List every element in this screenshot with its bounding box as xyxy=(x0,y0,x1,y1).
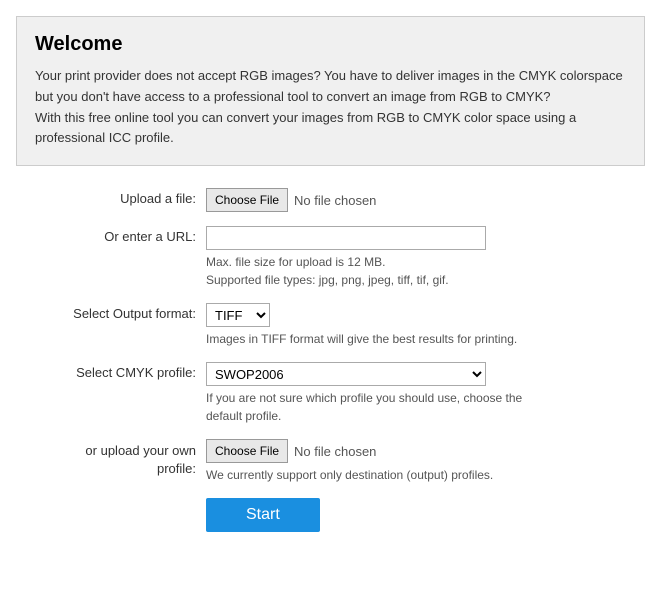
welcome-box: Welcome Your print provider does not acc… xyxy=(16,16,645,166)
choose-file-button-2[interactable]: Choose File xyxy=(206,439,288,463)
output-format-select-wrapper: TIFF JPEG PNG xyxy=(206,303,635,327)
file-size-hint: Max. file size for upload is 12 MB. Supp… xyxy=(206,253,635,289)
supported-types-text: Supported file types: jpg, png, jpeg, ti… xyxy=(206,271,635,289)
cmyk-profile-label: Select CMYK profile: xyxy=(26,362,206,380)
output-format-hint: Images in TIFF format will give the best… xyxy=(206,330,635,348)
cmyk-profile-select-wrapper: SWOP2006 ISOcoated_v2 PSO_Coated_NPscree… xyxy=(206,362,635,386)
welcome-text: Your print provider does not accept RGB … xyxy=(35,66,626,149)
url-label: Or enter a URL: xyxy=(26,226,206,244)
url-row: Or enter a URL: Max. file size for uploa… xyxy=(26,226,635,289)
own-profile-hint: We currently support only destination (o… xyxy=(206,466,635,484)
cmyk-profile-control: SWOP2006 ISOcoated_v2 PSO_Coated_NPscree… xyxy=(206,362,635,425)
choose-file-button-1[interactable]: Choose File xyxy=(206,188,288,212)
own-profile-control: Choose File No file chosen We currently … xyxy=(206,439,635,484)
file-input-wrapper-2: Choose File No file chosen xyxy=(206,439,635,463)
welcome-text-content: Your print provider does not accept RGB … xyxy=(35,68,623,145)
max-file-size-text: Max. file size for upload is 12 MB. xyxy=(206,253,635,271)
no-file-text-1: No file chosen xyxy=(294,193,376,208)
upload-file-label: Upload a file: xyxy=(26,188,206,206)
own-profile-label: or upload your own profile: xyxy=(26,439,206,478)
cmyk-profile-row: Select CMYK profile: SWOP2006 ISOcoated_… xyxy=(26,362,635,425)
output-format-row: Select Output format: TIFF JPEG PNG Imag… xyxy=(26,303,635,348)
file-input-wrapper-1: Choose File No file chosen xyxy=(206,188,635,212)
start-button[interactable]: Start xyxy=(206,498,320,532)
url-control: Max. file size for upload is 12 MB. Supp… xyxy=(206,226,635,289)
own-profile-row: or upload your own profile: Choose File … xyxy=(26,439,635,484)
cmyk-profile-hint-2: default profile. xyxy=(206,409,281,423)
output-format-label: Select Output format: xyxy=(26,303,206,321)
own-profile-label-1: or upload your own xyxy=(85,443,196,458)
start-button-area: Start xyxy=(26,498,635,532)
cmyk-profile-hint: If you are not sure which profile you sh… xyxy=(206,389,635,425)
url-input[interactable] xyxy=(206,226,486,250)
cmyk-profile-hint-1: If you are not sure which profile you sh… xyxy=(206,391,522,405)
output-format-control: TIFF JPEG PNG Images in TIFF format will… xyxy=(206,303,635,348)
upload-file-control: Choose File No file chosen xyxy=(206,188,635,212)
form-area: Upload a file: Choose File No file chose… xyxy=(16,188,645,532)
welcome-title: Welcome xyxy=(35,33,626,56)
own-profile-label-2: profile: xyxy=(157,461,196,476)
upload-file-row: Upload a file: Choose File No file chose… xyxy=(26,188,635,212)
output-format-select[interactable]: TIFF JPEG PNG xyxy=(206,303,270,327)
cmyk-profile-select[interactable]: SWOP2006 ISOcoated_v2 PSO_Coated_NPscree… xyxy=(206,362,486,386)
no-file-text-2: No file chosen xyxy=(294,444,376,459)
